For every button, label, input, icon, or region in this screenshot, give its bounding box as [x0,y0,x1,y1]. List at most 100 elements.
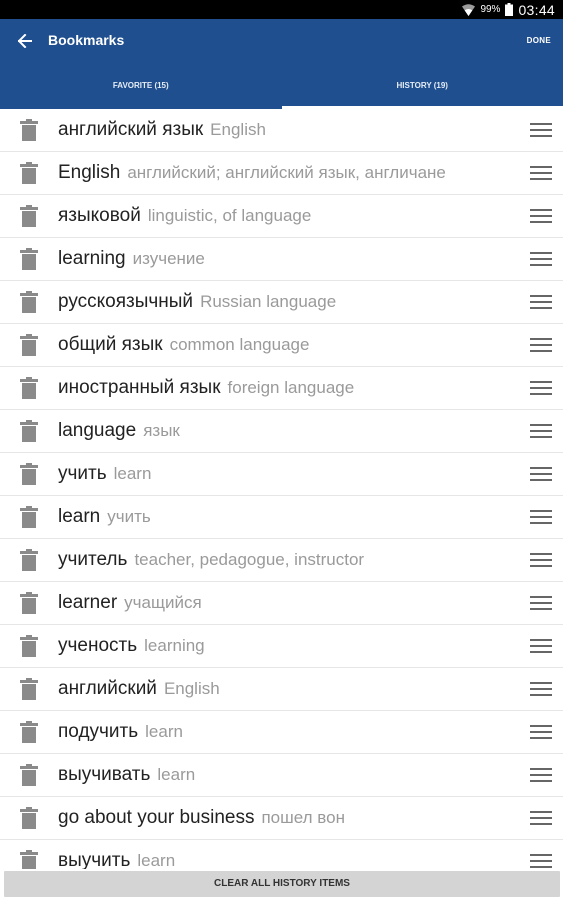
list-item-text: языковой linguistic, of language [58,195,519,237]
tab-history[interactable]: HISTORY (19) [281,69,563,109]
drag-handle-icon[interactable] [530,381,552,395]
translation: foreign language [227,378,355,397]
list-item[interactable]: language язык [0,410,563,453]
drag-handle-icon[interactable] [530,854,552,868]
list-item[interactable]: go about your business пошел вон [0,797,563,840]
drag-handle-icon[interactable] [530,209,552,223]
back-button[interactable] [12,28,38,54]
clear-history-button[interactable]: CLEAR ALL HISTORY ITEMS [4,871,560,897]
term: language [58,420,137,441]
list-item[interactable]: learning изучение [0,238,563,281]
arrow-left-icon [18,34,32,48]
list-item[interactable]: учитель teacher, pedagogue, instructor [0,539,563,582]
drag-handle-icon[interactable] [530,639,552,653]
list-item[interactable]: English английский; английский язык, англ… [0,152,563,195]
translation: learn [157,765,196,784]
list-item-text: go about your business пошел вон [58,797,519,839]
translation: английский; английский язык, англичане [127,163,446,182]
app-bar: Bookmarks DONE FAVORITE (15) HISTORY (19… [0,19,563,109]
trash-icon[interactable] [19,807,39,829]
trash-icon[interactable] [19,291,39,313]
trash-icon[interactable] [19,506,39,528]
term: учитель [58,549,128,570]
list-item-text: ученость learning [58,625,519,667]
tab-favorite[interactable]: FAVORITE (15) [0,69,282,109]
list-item[interactable]: английский English [0,668,563,711]
trash-icon[interactable] [19,205,39,227]
term: English [58,162,121,183]
list-item[interactable]: языковой linguistic, of language [0,195,563,238]
drag-handle-icon[interactable] [530,682,552,696]
list-item-text: language язык [58,410,519,452]
drag-handle-icon[interactable] [530,123,552,137]
translation: учить [107,507,151,526]
list-item[interactable]: выучивать learn [0,754,563,797]
trash-icon[interactable] [19,420,39,442]
battery-icon [505,3,514,16]
done-button[interactable]: DONE [527,36,551,45]
tab-bar: FAVORITE (15) HISTORY (19) [0,69,563,109]
list-item[interactable]: русскоязычный Russian language [0,281,563,324]
trash-icon[interactable] [19,764,39,786]
list-item[interactable]: learner учащийся [0,582,563,625]
term: английский [58,678,157,699]
list-item[interactable]: выучить learn [0,840,563,869]
trash-icon[interactable] [19,162,39,184]
list-item-text: русскоязычный Russian language [58,281,519,323]
clock: 03:44 [518,1,555,18]
translation: English [163,679,220,698]
drag-handle-icon[interactable] [530,553,552,567]
drag-handle-icon[interactable] [530,424,552,438]
trash-icon[interactable] [19,377,39,399]
trash-icon[interactable] [19,635,39,657]
list-item[interactable]: английский язык English [0,109,563,152]
trash-icon[interactable] [19,334,39,356]
list-item-text: иностранный язык foreign language [58,367,519,409]
term: английский язык [58,119,204,140]
translation: Russian language [200,292,337,311]
list-item-text: подучить learn [58,711,519,753]
drag-handle-icon[interactable] [530,596,552,610]
trash-icon[interactable] [19,592,39,614]
list-item[interactable]: подучить learn [0,711,563,754]
translation: изучение [132,249,205,268]
list-item[interactable]: learn учить [0,496,563,539]
drag-handle-icon[interactable] [530,510,552,524]
drag-handle-icon[interactable] [530,725,552,739]
page-title: Bookmarks [48,32,125,48]
trash-icon[interactable] [19,248,39,270]
drag-handle-icon[interactable] [530,467,552,481]
list-item-text: English английский; английский язык, англ… [58,152,519,194]
trash-icon[interactable] [19,850,39,869]
trash-icon[interactable] [19,721,39,743]
list-item[interactable]: учить learn [0,453,563,496]
translation: learning [144,636,205,655]
list-item[interactable]: ученость learning [0,625,563,668]
term: русскоязычный [58,291,194,312]
translation: учащийся [124,593,202,612]
drag-handle-icon[interactable] [530,768,552,782]
drag-handle-icon[interactable] [530,252,552,266]
trash-icon[interactable] [19,119,39,141]
term: учить [58,463,107,484]
translation: English [210,120,266,139]
list-item-text: learning изучение [58,238,519,280]
list-item-text: английский язык English [58,109,519,151]
translation: teacher, pedagogue, instructor [134,550,365,569]
list-item-text: выучить learn [58,840,519,869]
trash-icon[interactable] [19,463,39,485]
trash-icon[interactable] [19,678,39,700]
trash-icon[interactable] [19,549,39,571]
list-item[interactable]: общий язык common language [0,324,563,367]
drag-handle-icon[interactable] [530,295,552,309]
term: learn [58,506,101,527]
battery-percent: 99% [480,4,501,15]
drag-handle-icon[interactable] [530,811,552,825]
drag-handle-icon[interactable] [530,338,552,352]
drag-handle-icon[interactable] [530,166,552,180]
term: learner [58,592,118,613]
term: иностранный язык [58,377,221,398]
translation: common language [169,335,310,354]
list-item[interactable]: иностранный язык foreign language [0,367,563,410]
list-item-text: выучивать learn [58,754,519,796]
